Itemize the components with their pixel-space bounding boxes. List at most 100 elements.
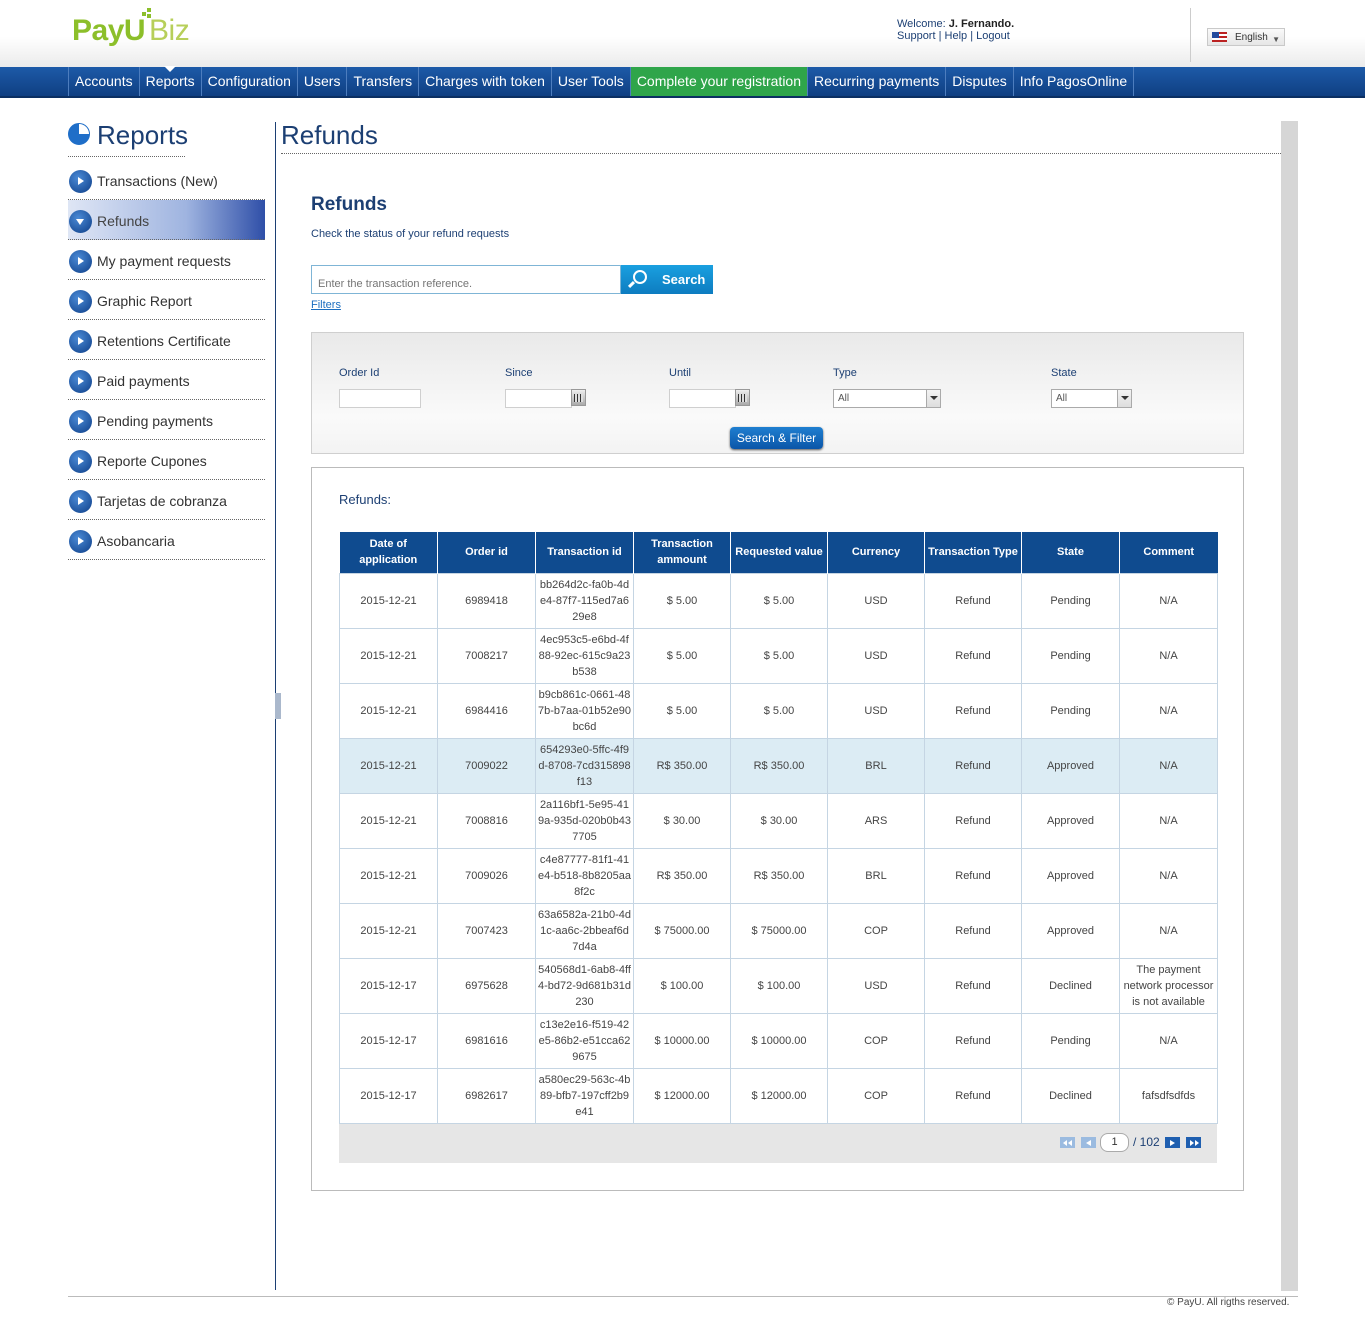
payu-biz-logo[interactable]: PayU Biz — [72, 8, 190, 48]
sidebar-collapse-handle[interactable] — [275, 693, 281, 719]
table-cell: COP — [827, 902, 925, 959]
nav-item-users[interactable]: Users — [296, 67, 347, 96]
since-label: Since — [505, 367, 533, 379]
sidebar-item-retentions-certificate[interactable]: Retentions Certificate — [68, 320, 265, 360]
filters-link[interactable]: Filters — [311, 299, 341, 311]
next-page-icon[interactable] — [1165, 1137, 1180, 1148]
nav-item-configuration[interactable]: Configuration — [200, 67, 297, 96]
sidebar-item-asobancaria[interactable]: Asobancaria — [68, 520, 265, 560]
table-cell: R$ 350.00 — [633, 737, 731, 794]
calendar-icon[interactable] — [735, 389, 750, 406]
table-cell: USD — [827, 627, 925, 684]
nav-item-user-tools[interactable]: User Tools — [550, 67, 630, 96]
search-filter-button[interactable]: Search & Filter — [730, 427, 823, 449]
search-input[interactable] — [311, 265, 621, 294]
sidebar-item-label: Pending payments — [97, 413, 213, 429]
table-row[interactable]: 2015-12-21 7009026 c4e87777-81f1-41e4-b518… — [339, 847, 1218, 904]
table-cell: Pending — [1021, 572, 1120, 629]
sidebar-item-label: Asobancaria — [97, 533, 175, 549]
table-row[interactable]: 2015-12-21 7007423 63a6582a-21b0-4d1c-aa6c… — [339, 902, 1218, 959]
nav-item-accounts[interactable]: Accounts — [68, 67, 139, 96]
table-cell: N/A — [1119, 737, 1218, 794]
table-cell: $ 5.00 — [633, 682, 731, 739]
table-header-row: Date of application Order id Transaction i… — [339, 532, 1218, 573]
arrow-right-icon — [69, 330, 92, 353]
table-cell: 6982617 — [437, 1067, 536, 1124]
pie-chart-icon — [68, 123, 90, 145]
table-cell: Refund — [924, 902, 1022, 959]
since-date-field[interactable] — [505, 389, 572, 408]
table-row[interactable]: 2015-12-21 7009022 654293e0-5ffc-4f9d-8708… — [339, 737, 1218, 794]
table-cell: $ 10000.00 — [730, 1012, 828, 1069]
table-cell: $ 5.00 — [730, 682, 828, 739]
first-page-icon[interactable] — [1060, 1137, 1075, 1148]
table-row[interactable]: 2015-12-21 6989418 bb264d2c-fa0b-4de4-87f7… — [339, 572, 1218, 629]
order-id-field[interactable] — [339, 389, 421, 408]
logout-link[interactable]: Logout — [976, 30, 1010, 42]
table-cell: 654293e0-5ffc-4f9d-8708-7cd315898f13 — [535, 737, 634, 794]
table-row[interactable]: 2015-12-21 7008217 4ec953c5-e6bd-4f88-92ec… — [339, 627, 1218, 684]
table-cell: USD — [827, 682, 925, 739]
sidebar-item-label: Tarjetas de cobranza — [97, 493, 227, 509]
until-date-field[interactable] — [669, 389, 736, 408]
table-cell: 2015-12-21 — [339, 847, 438, 904]
sidebar-item-label: Reporte Cupones — [97, 453, 207, 469]
nav-item-recurring-payments[interactable]: Recurring payments — [807, 67, 945, 96]
sidebar-item-paid-payments[interactable]: Paid payments — [68, 360, 265, 400]
table-cell: 2015-12-17 — [339, 957, 438, 1014]
table-row[interactable]: 2015-12-17 6975628 540568d1-6ab8-4ff4-bd72… — [339, 957, 1218, 1014]
vertical-scrollbar[interactable] — [1281, 121, 1298, 1291]
sidebar-item-label: Refunds — [97, 213, 150, 229]
table-cell: $ 30.00 — [730, 792, 828, 849]
table-cell: BRL — [827, 847, 925, 904]
table-row[interactable]: 2015-12-21 7008816 2a116bf1-5e95-419a-935d… — [339, 792, 1218, 849]
sidebar-item-label: Paid payments — [97, 373, 190, 389]
sidebar-item-transactions-new[interactable]: Transactions (New) — [68, 160, 265, 200]
support-link[interactable]: Support — [897, 30, 936, 42]
sidebar-item-refunds[interactable]: Refunds — [68, 200, 265, 240]
pagination-bar: 1 / 102 — [339, 1124, 1217, 1163]
table-cell: 2015-12-17 — [339, 1012, 438, 1069]
table-cell: N/A — [1119, 792, 1218, 849]
table-row[interactable]: 2015-12-17 6981616 c13e2e16-f519-42e5-86b2… — [339, 1012, 1218, 1069]
state-label: State — [1051, 367, 1077, 379]
table-cell: $ 75000.00 — [730, 902, 828, 959]
section-title: Refunds — [311, 194, 387, 215]
nav-item-transfers[interactable]: Transfers — [346, 67, 418, 96]
nav-item-reports[interactable]: Reports — [138, 66, 201, 96]
column-header: Comment — [1119, 532, 1218, 573]
type-select[interactable]: All — [833, 389, 941, 408]
sidebar-item-my-payment-requests[interactable]: My payment requests — [68, 240, 265, 280]
table-cell: 6984416 — [437, 682, 536, 739]
table-cell: 7009022 — [437, 737, 536, 794]
arrow-right-icon — [69, 450, 92, 473]
sidebar-item-reporte-cupones[interactable]: Reporte Cupones — [68, 440, 265, 480]
table-row[interactable]: 2015-12-17 6982617 a580ec29-563c-4b89-bfb7… — [339, 1067, 1218, 1124]
table-cell: N/A — [1119, 682, 1218, 739]
column-header: Currency — [827, 532, 925, 573]
table-cell: N/A — [1119, 1012, 1218, 1069]
table-cell: $ 5.00 — [633, 572, 731, 629]
language-select[interactable]: English ▼ — [1207, 28, 1285, 46]
expand-arrow-icon — [69, 210, 92, 233]
table-cell: $ 5.00 — [633, 627, 731, 684]
nav-item-info-pagosonline[interactable]: Info PagosOnline — [1012, 67, 1135, 96]
help-link[interactable]: Help — [945, 30, 968, 42]
sidebar-item-graphic-report[interactable]: Graphic Report — [68, 280, 265, 320]
sidebar-item-pending-payments[interactable]: Pending payments — [68, 400, 265, 440]
sidebar-item-tarjetas-de-cobranza[interactable]: Tarjetas de cobranza — [68, 480, 265, 520]
logo-dots-icon — [142, 8, 154, 20]
nav-item-complete-your-registration[interactable]: Complete your registration — [629, 67, 807, 96]
chevron-down-icon — [1117, 390, 1131, 407]
table-cell: Approved — [1021, 902, 1120, 959]
search-button[interactable]: Search — [621, 265, 713, 294]
nav-item-disputes[interactable]: Disputes — [945, 67, 1012, 96]
last-page-icon[interactable] — [1186, 1137, 1201, 1148]
page-number-input[interactable]: 1 — [1100, 1133, 1129, 1152]
prev-page-icon[interactable] — [1081, 1137, 1096, 1148]
state-select[interactable]: All — [1051, 389, 1132, 408]
table-cell: Declined — [1021, 957, 1120, 1014]
nav-item-charges-with-token[interactable]: Charges with token — [418, 67, 551, 96]
table-row[interactable]: 2015-12-21 6984416 b9cb861c-0661-487b-b7aa… — [339, 682, 1218, 739]
calendar-icon[interactable] — [571, 389, 586, 406]
